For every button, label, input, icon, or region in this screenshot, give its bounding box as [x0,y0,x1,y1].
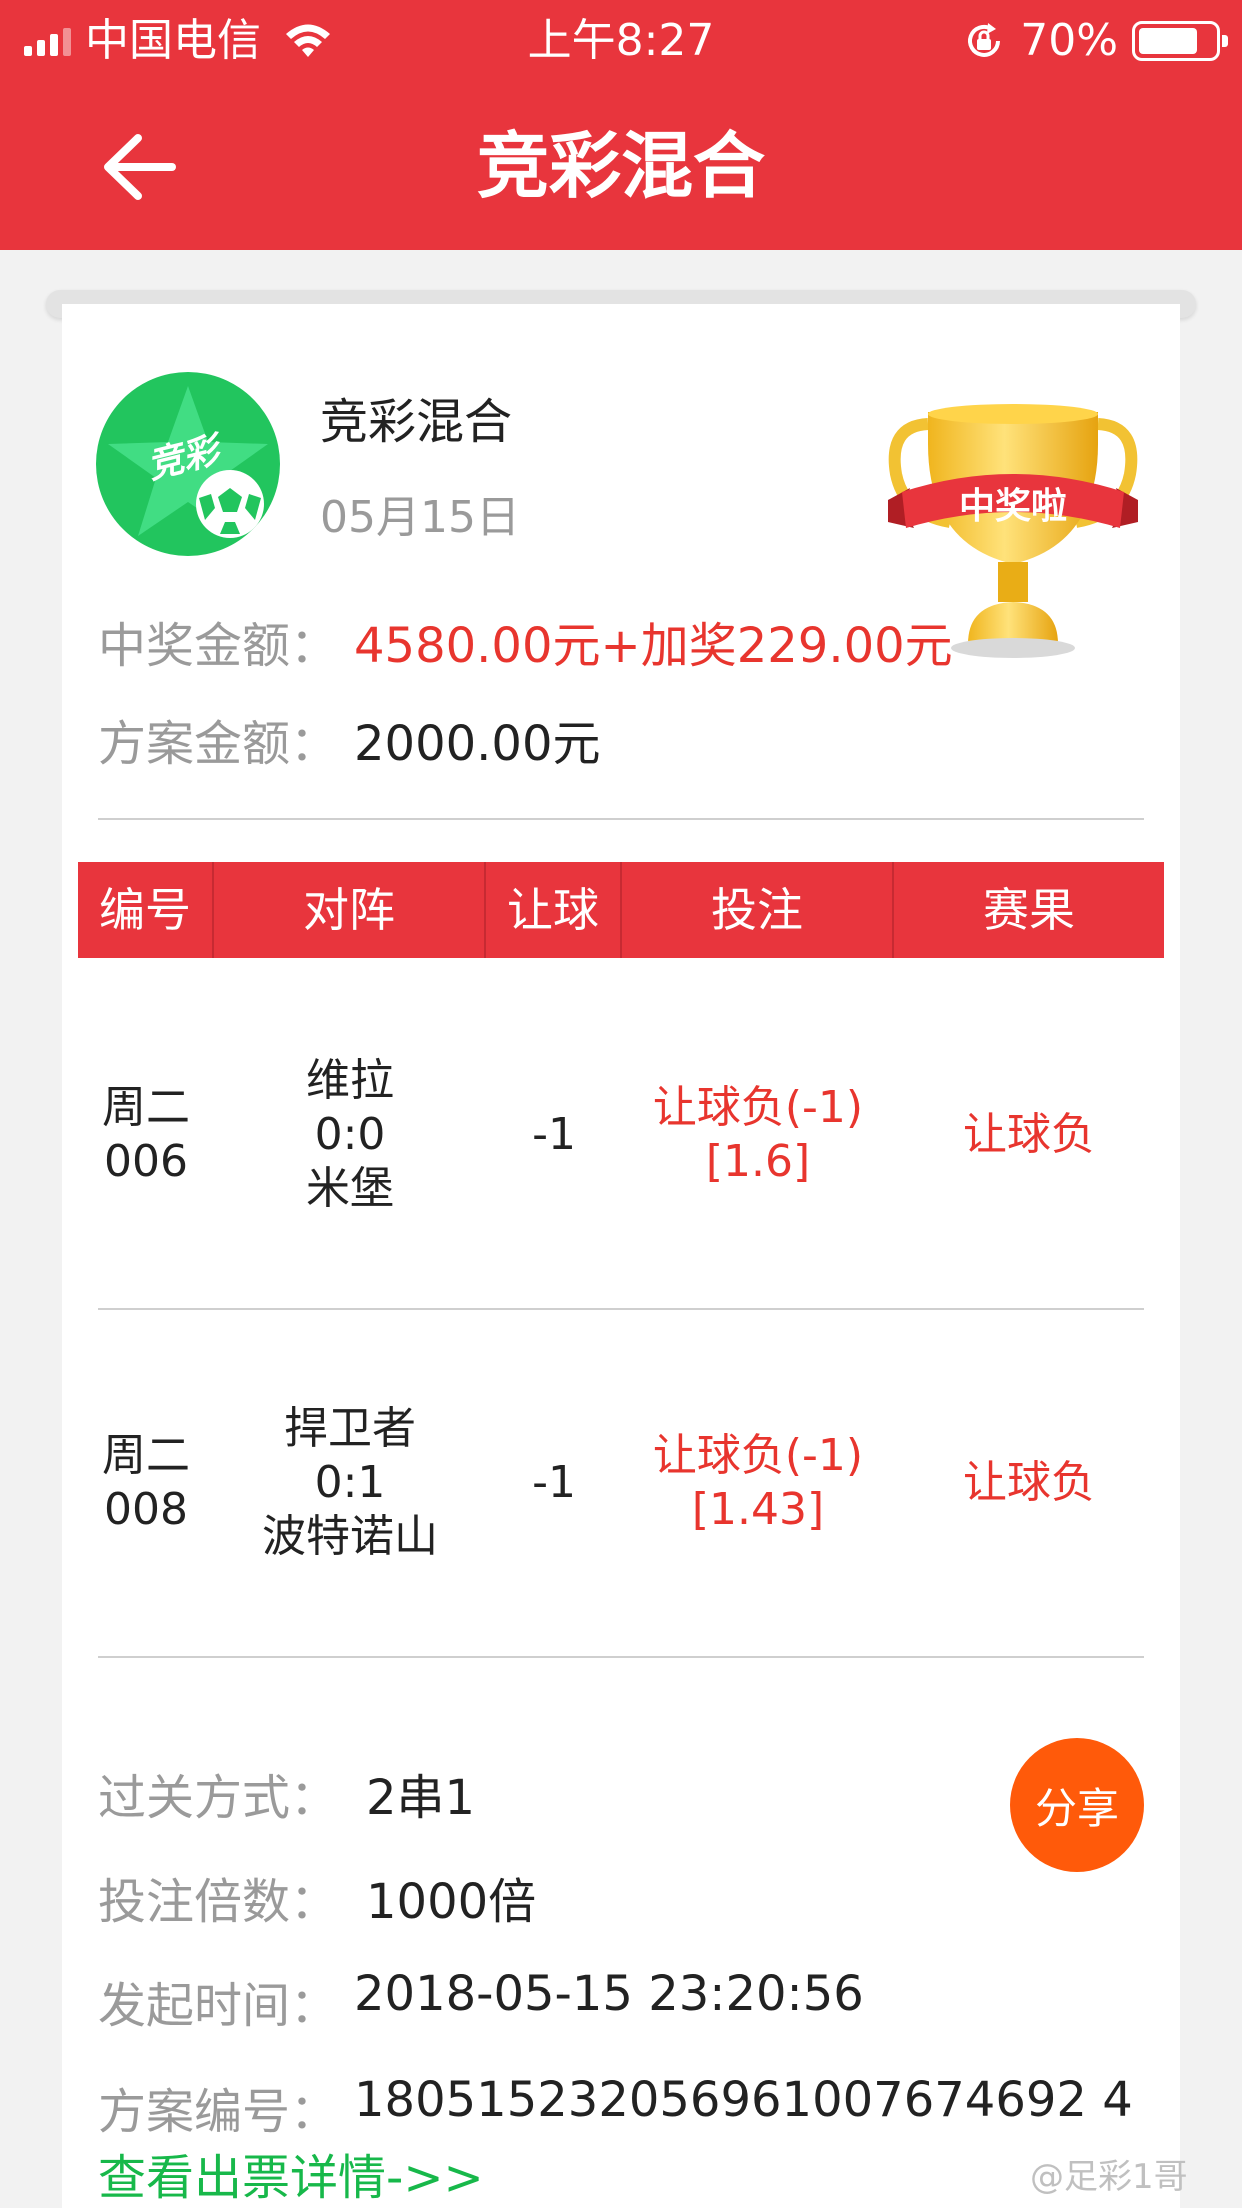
match-score: 0:1 [314,1457,386,1508]
status-right: 70% [962,14,1228,68]
result-cell: 让球负 [963,1457,1095,1508]
match-score: 0:0 [314,1109,386,1160]
plan-label: 方案金额： [98,716,339,772]
back-arrow-icon[interactable] [100,132,180,202]
col-header-match: 对阵 [214,862,486,958]
result-cell: 让球负 [963,1109,1095,1160]
match-cell: 捍卫者 0:1 波特诺山 [214,1358,486,1608]
table-header: 编号 对阵 让球 投注 赛果 [78,862,1164,958]
handicap-cell: -1 [532,1109,576,1160]
handicap-cell: -1 [532,1457,576,1508]
home-team: 维拉 [306,1055,394,1106]
start-time-label: 发起时间： [98,1978,339,2034]
page-title: 竞彩混合 [476,124,765,208]
multiple-label: 投注倍数： [98,1874,339,1930]
away-team: 米堡 [306,1163,394,1214]
match-id-cell: 周二 006 [78,1010,214,1260]
col-header-result: 赛果 [983,883,1075,937]
divider [98,1308,1144,1310]
col-header-bet: 投注 [622,862,894,958]
lottery-logo-icon: 竞彩 [96,372,280,556]
prize-value: 4580.00元+加奖229.00元 [354,618,953,674]
lottery-name: 竞彩混合 [320,394,513,450]
battery-icon [1132,21,1228,61]
match-number: 008 [104,1484,188,1535]
match-cell: 维拉 0:0 米堡 [214,1010,486,1260]
badge-text: 中奖啦 [959,486,1067,527]
bet-text: 让球负(-1)[1.43] [652,1430,864,1535]
match-day: 周二 [102,1082,190,1133]
nav-bar: 竞彩混合 [0,82,1242,250]
plan-id-value: 180515232056961007674692 4 [354,2072,1133,2128]
pass-type-value: 2串1 [366,1770,476,1826]
ticket-details-link[interactable]: 查看出票详情->> [98,2148,484,2208]
plan-value: 2000.00元 [354,716,601,772]
pass-type-label: 过关方式： [98,1770,339,1826]
prize-label: 中奖金额： [98,618,339,674]
battery-percent: 70% [1020,15,1118,66]
bet-text: 让球负(-1)[1.6] [652,1082,864,1187]
plan-id-label: 方案编号： [98,2084,339,2140]
divider [98,818,1144,820]
bet-cell: 让球负(-1)[1.6] [622,1010,894,1260]
table-row: 周二 008 捍卫者 0:1 波特诺山 -1 让球负(-1)[1.43] 让球负 [78,1358,1164,1608]
status-bar: 中国电信 上午8:27 70% [0,0,1242,82]
start-time-value: 2018-05-15 23:20:56 [354,1966,864,2022]
rotation-lock-icon [968,23,1001,57]
table-row: 周二 006 维拉 0:0 米堡 -1 让球负(-1)[1.6] 让球负 [78,1010,1164,1260]
share-button[interactable]: 分享 [1010,1738,1144,1872]
lottery-date: 05月15日 [320,492,520,543]
home-team: 捍卫者 [284,1403,416,1454]
col-header-id: 编号 [78,862,214,958]
multiple-value: 1000倍 [366,1874,537,1930]
bet-cell: 让球负(-1)[1.43] [622,1358,894,1608]
divider [98,1656,1144,1658]
watermark: @足彩1哥 [1030,2157,1188,2197]
match-number: 006 [104,1136,188,1187]
match-id-cell: 周二 008 [78,1358,214,1608]
col-header-handicap: 让球 [486,862,622,958]
match-day: 周二 [102,1430,190,1481]
away-team: 波特诺山 [262,1511,438,1562]
